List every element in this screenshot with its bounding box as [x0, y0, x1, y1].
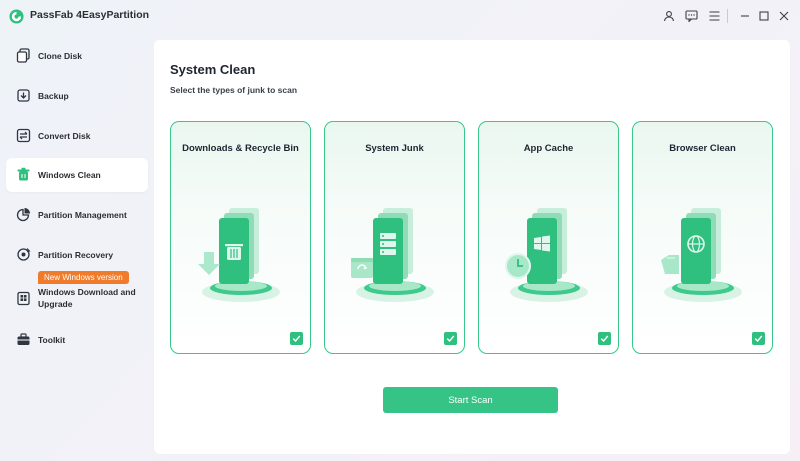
- minimize-icon[interactable]: [737, 8, 753, 24]
- sidebar-item-label: Convert Disk: [38, 131, 91, 141]
- sidebar-item-windows-download-upgrade[interactable]: Windows Download and Upgrade: [6, 283, 148, 313]
- card-system-junk[interactable]: System Junk: [324, 121, 465, 354]
- app-title: PassFab 4EasyPartition: [30, 9, 150, 21]
- close-icon[interactable]: [776, 8, 792, 24]
- checkbox-checked[interactable]: [290, 332, 303, 345]
- app-logo-icon: [9, 9, 24, 24]
- recovery-icon: [17, 248, 31, 261]
- sidebar-item-convert-disk[interactable]: Convert Disk: [6, 119, 148, 153]
- menu-icon[interactable]: [706, 8, 722, 24]
- check-icon: [754, 335, 763, 343]
- app-cache-illustration: [505, 208, 588, 302]
- system-junk-illustration: [351, 208, 434, 302]
- card-app-cache[interactable]: App Cache: [478, 121, 619, 354]
- card-title: Browser Clean: [669, 143, 736, 154]
- sidebar-item-label: Partition Recovery: [38, 250, 114, 260]
- toolkit-icon: [17, 333, 30, 345]
- sidebar-item-backup[interactable]: Backup: [6, 79, 148, 113]
- sidebar-item-label: Toolkit: [38, 335, 66, 345]
- card-title: Downloads & Recycle Bin: [182, 143, 299, 154]
- backup-icon: [17, 89, 30, 102]
- sidebar-item-label: Windows Clean: [38, 170, 101, 180]
- card-downloads-recycle-bin[interactable]: Downloads & Recycle Bin: [170, 121, 311, 354]
- check-icon: [292, 335, 301, 343]
- card-title: App Cache: [523, 143, 574, 154]
- sidebar-item-windows-clean[interactable]: Windows Clean: [6, 158, 148, 192]
- checkbox-checked[interactable]: [752, 332, 765, 345]
- title-bar: PassFab 4EasyPartition: [0, 0, 800, 32]
- maximize-icon[interactable]: [756, 8, 772, 24]
- start-scan-button[interactable]: Start Scan: [383, 387, 558, 413]
- sidebar-item-partition-recovery[interactable]: Partition Recovery: [6, 238, 148, 272]
- checkbox-checked[interactable]: [598, 332, 611, 345]
- pie-chart-icon: [16, 208, 30, 222]
- sidebar-item-partition-management[interactable]: Partition Management: [6, 198, 148, 232]
- recycle-bin-illustration: [198, 208, 280, 302]
- sidebar-item-label: Windows Download and Upgrade: [38, 287, 136, 309]
- clone-disk-icon: [16, 48, 30, 63]
- checkbox-checked[interactable]: [444, 332, 457, 345]
- feedback-icon[interactable]: [683, 8, 699, 24]
- page-subtitle: Select the types of junk to scan: [170, 85, 298, 95]
- sidebar-item-label: Partition Management: [38, 210, 127, 220]
- convert-disk-icon: [16, 128, 31, 143]
- windows-download-icon: [17, 291, 30, 306]
- sidebar-item-label: Clone Disk: [38, 51, 82, 61]
- title-bar-divider: [727, 9, 728, 23]
- card-title: System Junk: [365, 143, 424, 154]
- sidebar-item-label: Backup: [38, 91, 69, 101]
- page-title: System Clean: [170, 62, 256, 77]
- user-icon[interactable]: [661, 8, 677, 24]
- card-browser-clean[interactable]: Browser Clean: [632, 121, 773, 354]
- sidebar-item-clone-disk[interactable]: Clone Disk: [6, 39, 148, 73]
- check-icon: [446, 335, 455, 343]
- sidebar-item-toolkit[interactable]: Toolkit: [6, 323, 148, 357]
- trash-icon: [17, 167, 30, 181]
- check-icon: [600, 335, 609, 343]
- browser-clean-illustration: [661, 208, 742, 302]
- main-panel: System Clean Select the types of junk to…: [154, 40, 790, 454]
